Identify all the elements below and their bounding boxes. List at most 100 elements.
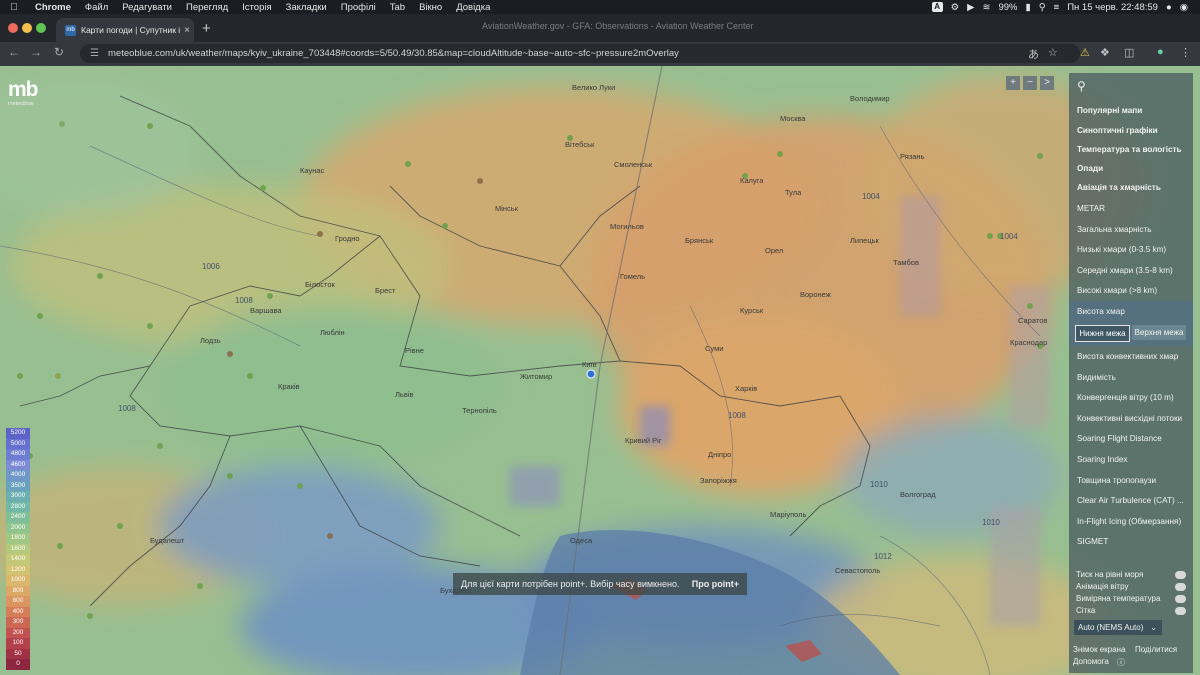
forward-icon[interactable]: → — [30, 45, 42, 59]
panel-item-mid-clouds[interactable]: Середні хмари (3.5-8 km) — [1077, 266, 1173, 275]
overlay-grid-label: Сітка — [1076, 606, 1096, 615]
chrome-menu-icon[interactable]: ⋮ — [1180, 46, 1191, 59]
panel-item-cloud-altitude[interactable]: Висота хмар — [1077, 307, 1125, 316]
siri-icon[interactable]: ● — [1166, 2, 1172, 13]
back-icon[interactable]: ← — [8, 45, 20, 59]
city-label: Володимир — [850, 94, 890, 103]
extensions-icon[interactable]: ❖ — [1100, 46, 1110, 59]
isobar-label: 1012 — [874, 552, 892, 561]
weather-map[interactable]: Велико Луки Вітебськ Смоленськ Володимир… — [0, 66, 1200, 675]
panel-item-convective-height[interactable]: Висота конвективних хмар — [1077, 352, 1178, 361]
menu-profiles[interactable]: Профілі — [334, 2, 383, 13]
profile-avatar-icon[interactable]: ● — [1157, 46, 1164, 58]
sidepanel-icon[interactable]: ◫ — [1124, 46, 1134, 59]
panel-item-convective-updrafts[interactable]: Конвективні висхідні потоки — [1077, 414, 1182, 423]
panel-item-low-clouds[interactable]: Низькі хмари (0-3.5 km) — [1077, 245, 1166, 254]
play-icon[interactable]: ▶ — [967, 2, 974, 13]
lower-bound-button[interactable]: Нижня межа — [1075, 325, 1130, 342]
model-select[interactable]: Auto (NEMS Auto) ⌄ — [1074, 620, 1162, 635]
menu-help[interactable]: Довідка — [449, 2, 497, 13]
site-info-icon[interactable]: ☰ — [90, 44, 99, 63]
menu-edit[interactable]: Редагувати — [115, 2, 179, 13]
new-tab-icon[interactable]: + — [202, 20, 211, 37]
menu-bookmarks[interactable]: Закладки — [279, 2, 334, 13]
panel-item-soaring-distance[interactable]: Soaring Flight Distance — [1077, 434, 1162, 443]
control-center-icon[interactable]: ≡ — [1054, 2, 1060, 13]
legend-swatch: 1800 — [6, 533, 30, 544]
pointplus-link[interactable]: Про point+ — [692, 573, 739, 595]
tab-active[interactable]: mb Карти погоди | Супутник і м × — [56, 18, 194, 42]
panel-item-icing[interactable]: In-Flight Icing (Обмерзання) — [1077, 517, 1181, 526]
overlay-measured-temp-toggle[interactable] — [1175, 595, 1186, 603]
meteoblue-logo[interactable]: mb meteoblue — [8, 79, 48, 111]
zoom-out-button[interactable]: − — [1023, 76, 1037, 90]
overlay-mslp-toggle[interactable] — [1175, 571, 1186, 579]
panel-header-popular[interactable]: Популярні мапи — [1077, 106, 1142, 115]
panel-item-cat[interactable]: Clear Air Turbulence (CAT) ... — [1077, 496, 1184, 505]
menu-app-name[interactable]: Chrome — [28, 2, 78, 13]
panel-header-precipitation[interactable]: Опади — [1077, 164, 1103, 173]
menubar-status-area: A ⚙ ▶ ≋ 99% ▮ ⚲ ≡ Пн 15 черв. 22:48:59 ●… — [931, 2, 1200, 13]
panel-item-sigmet[interactable]: SIGMET — [1077, 537, 1108, 546]
help-info-icon[interactable]: ⓘ — [1117, 657, 1125, 668]
city-label: Дніпро — [708, 450, 732, 459]
overlay-grid-toggle[interactable] — [1175, 607, 1186, 615]
city-label: Мінськ — [495, 204, 518, 213]
translate-icon[interactable]: あ — [1028, 46, 1039, 62]
panel-header-temperature[interactable]: Температура та вологість — [1077, 145, 1182, 154]
legend-swatch: 400 — [6, 606, 30, 617]
menu-history[interactable]: Історія — [235, 2, 278, 13]
legend-swatch: 1200 — [6, 564, 30, 575]
legend-swatch: 1000 — [6, 575, 30, 586]
menu-view[interactable]: Перегляд — [179, 2, 235, 13]
panel-header-aviation[interactable]: Авіація та хмарність — [1077, 183, 1161, 192]
battery-percent[interactable]: 99% — [998, 2, 1017, 13]
menu-file[interactable]: Файл — [78, 2, 115, 13]
zoom-in-button[interactable]: + — [1006, 76, 1020, 90]
close-tab-icon[interactable]: × — [180, 25, 194, 36]
panel-item-visibility[interactable]: Видимість — [1077, 373, 1116, 382]
city-label: Білосток — [305, 280, 335, 289]
panel-item-total-cloud[interactable]: Загальна хмарність — [1077, 225, 1152, 234]
collapse-panel-button[interactable]: > — [1040, 76, 1054, 90]
profile-icon[interactable]: ◉ — [1180, 2, 1188, 13]
screenshot-link[interactable]: Знімок екрана — [1073, 645, 1125, 654]
close-window-icon[interactable] — [8, 23, 18, 33]
overlay-wind-animation-toggle[interactable] — [1175, 583, 1186, 591]
panel-item-tropopause[interactable]: Товщина тропопаузи — [1077, 476, 1156, 485]
minimize-window-icon[interactable] — [22, 23, 32, 33]
battery-icon[interactable]: ▮ — [1025, 2, 1030, 13]
panel-search-icon[interactable]: ⚲ — [1077, 79, 1086, 93]
url-text[interactable]: meteoblue.com/uk/weather/maps/kyiv_ukrai… — [108, 44, 679, 63]
city-label: Могильов — [610, 222, 644, 231]
city-label: Воронеж — [800, 290, 831, 299]
apple-icon[interactable]:  — [0, 2, 28, 13]
panel-item-high-clouds[interactable]: Високі хмари (>8 km) — [1077, 286, 1157, 295]
help-link[interactable]: Допомога — [1073, 657, 1109, 666]
panel-item-soaring-index[interactable]: Soaring Index — [1077, 455, 1128, 464]
panel-item-metar[interactable]: METAR — [1077, 204, 1105, 213]
legend-swatch: 800 — [6, 585, 30, 596]
search-icon[interactable]: ⚲ — [1039, 2, 1046, 13]
city-label: Запоріжжя — [700, 476, 737, 485]
city-label: Волгоград — [900, 490, 936, 499]
address-bar[interactable]: ☰ meteoblue.com/uk/weather/maps/kyiv_ukr… — [80, 44, 1080, 63]
input-source-badge[interactable]: A — [931, 2, 943, 12]
legend-swatch: 2000 — [6, 522, 30, 533]
panel-header-synoptic[interactable]: Синоптичні графіки — [1077, 126, 1158, 135]
control-icon[interactable]: ⚙ — [951, 2, 960, 13]
warning-icon[interactable]: ⚠ — [1080, 46, 1090, 59]
reload-icon[interactable]: ↻ — [54, 45, 64, 59]
bookmark-star-icon[interactable]: ☆ — [1048, 46, 1058, 59]
menu-tab[interactable]: Tab — [383, 2, 412, 13]
zoom-window-icon[interactable] — [36, 23, 46, 33]
datetime[interactable]: Пн 15 черв. 22:48:59 — [1067, 2, 1158, 13]
upper-bound-button[interactable]: Верхня межа — [1132, 325, 1186, 340]
panel-item-wind-convergence[interactable]: Конвергенція вітру (10 m) — [1077, 393, 1174, 402]
legend-swatch: 600 — [6, 596, 30, 607]
legend-swatch: 300 — [6, 617, 30, 628]
menu-window[interactable]: Вікно — [412, 2, 449, 13]
wifi-icon[interactable]: ≋ — [982, 2, 990, 13]
legend-swatch: 5200 — [6, 428, 30, 439]
share-link[interactable]: Поділитися — [1135, 645, 1177, 654]
